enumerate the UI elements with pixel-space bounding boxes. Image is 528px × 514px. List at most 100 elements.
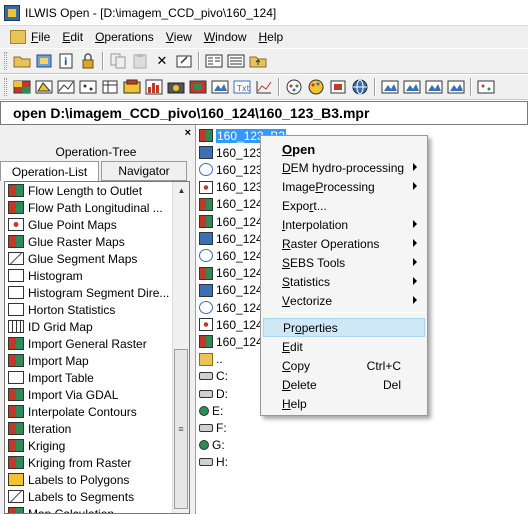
catalog-item[interactable]: 160_123	[199, 144, 263, 161]
catalog-item[interactable]: 160_124	[199, 247, 263, 264]
toolbar-grip[interactable]	[4, 78, 7, 96]
catalog-item[interactable]: G:	[199, 437, 225, 454]
catalog-item[interactable]: 160_124	[199, 230, 263, 247]
operation-list-item[interactable]: Import Table	[5, 369, 189, 386]
menu-file[interactable]: File	[4, 27, 56, 47]
view-details-icon[interactable]	[226, 51, 246, 71]
globe-icon[interactable]	[350, 77, 370, 97]
context-menu-item-interpolation[interactable]: Interpolation	[263, 215, 425, 234]
operation-list-item[interactable]: Flow Path Longitudinal ...	[5, 199, 189, 216]
up-folder-icon[interactable]	[248, 51, 268, 71]
command-line[interactable]	[0, 101, 528, 125]
catalog-item[interactable]: 160_123	[199, 161, 263, 178]
context-menu-item-copy[interactable]: Copy Ctrl+C	[263, 356, 425, 375]
operation-list-item[interactable]: Labels to Polygons	[5, 471, 189, 488]
context-menu-item-delete[interactable]: Delete Del	[263, 375, 425, 394]
coordinate-system-icon[interactable]	[328, 77, 348, 97]
operation-list-item[interactable]: Glue Segment Maps	[5, 250, 189, 267]
raster-map-icon[interactable]	[12, 77, 32, 97]
tab-navigator[interactable]: Navigator	[101, 161, 187, 181]
representation-icon[interactable]	[306, 77, 326, 97]
map-list-icon[interactable]	[210, 77, 230, 97]
georef-icon[interactable]	[188, 77, 208, 97]
copy-icon[interactable]	[108, 51, 128, 71]
info-icon[interactable]: i	[56, 51, 76, 71]
point-map-icon[interactable]	[78, 77, 98, 97]
table-icon[interactable]	[100, 77, 120, 97]
operation-list-item[interactable]: Glue Point Maps	[5, 216, 189, 233]
toolbar-grip[interactable]	[4, 52, 7, 70]
context-menu-item-properties[interactable]: Pr o perties	[263, 318, 425, 337]
catalog-item[interactable]: 160_124	[199, 196, 263, 213]
operation-list-item[interactable]: Kriging from Raster	[5, 454, 189, 471]
scroll-up-arrow-icon[interactable]: ▲	[173, 182, 189, 199]
view-list-icon[interactable]	[204, 51, 224, 71]
catalog-item[interactable]: 160_124	[199, 265, 263, 282]
context-menu-item-vectorize[interactable]: Vectorize	[263, 291, 425, 310]
paste-icon[interactable]	[130, 51, 150, 71]
menu-operations[interactable]: Operations	[89, 27, 160, 47]
operation-list-item[interactable]: Kriging	[5, 437, 189, 454]
operation-list-item[interactable]: Import General Raster	[5, 335, 189, 352]
operation-list-item[interactable]: Labels to Segments	[5, 488, 189, 505]
operation-list-item[interactable]: Horton Statistics	[5, 301, 189, 318]
lock-icon[interactable]	[78, 51, 98, 71]
catalog-item[interactable]: C:	[199, 368, 228, 385]
catalog-item[interactable]: H:	[199, 454, 228, 471]
scroll-thumb[interactable]: ≡	[174, 349, 188, 509]
polygon-map-icon[interactable]	[34, 77, 54, 97]
operation-list-scrollbar[interactable]: ▲ ≡	[172, 182, 189, 513]
context-menu-item-dem-hydro-processing[interactable]: D EM hydro-processing	[263, 158, 425, 177]
delete-icon[interactable]: ✕	[152, 51, 172, 71]
context-menu-item-raster-operations[interactable]: Raster Operations	[263, 234, 425, 253]
map-list-icon[interactable]	[402, 77, 422, 97]
operation-list-item[interactable]: Interpolate Contours	[5, 403, 189, 420]
command-line-input[interactable]	[13, 105, 527, 121]
context-menu-item-help[interactable]: Help	[263, 394, 425, 413]
context-menu-item-open[interactable]: Open	[263, 140, 425, 159]
context-menu-item-image-processing[interactable]: Image Processing	[263, 177, 425, 196]
context-menu-item-edit[interactable]: Edit	[263, 337, 425, 356]
open-folder-icon[interactable]	[12, 51, 32, 71]
properties-icon[interactable]	[174, 51, 194, 71]
close-icon[interactable]: ×	[185, 127, 191, 139]
domain-icon[interactable]	[284, 77, 304, 97]
operation-list-item[interactable]: Map Calculation	[5, 505, 189, 513]
catalog-item[interactable]: 160_124	[199, 299, 263, 316]
catalog-item[interactable]: D:	[199, 385, 228, 402]
map-list-icon[interactable]	[424, 77, 444, 97]
operation-list-item[interactable]: Iteration	[5, 420, 189, 437]
menu-edit[interactable]: Edit	[56, 27, 89, 47]
annotation-icon[interactable]: Txt	[232, 77, 252, 97]
camera-icon[interactable]	[166, 77, 186, 97]
catalog-item[interactable]: 160_124	[199, 282, 263, 299]
map-view-icon[interactable]	[122, 77, 142, 97]
context-menu-item-sebs-tools[interactable]: S EBS Tools	[263, 253, 425, 272]
pyramid-icon[interactable]	[34, 51, 54, 71]
catalog-item[interactable]: 160_124	[199, 316, 263, 333]
context-menu-item-export[interactable]: Expo r t...	[263, 196, 425, 215]
segment-map-icon[interactable]	[56, 77, 76, 97]
catalog-item[interactable]: 160_124	[199, 333, 263, 350]
catalog-item[interactable]: ..	[199, 351, 223, 368]
catalog-item[interactable]: E:	[199, 402, 223, 419]
catalog-item[interactable]: 160_123	[199, 179, 263, 196]
chart-icon[interactable]	[254, 77, 274, 97]
menu-window[interactable]: Window	[198, 27, 253, 47]
context-menu-item-statistics[interactable]: Statistics	[263, 272, 425, 291]
operation-list-item[interactable]: Import Map	[5, 352, 189, 369]
catalog-item[interactable]: 160_124	[199, 213, 263, 230]
histogram-icon[interactable]	[144, 77, 164, 97]
operation-list-item[interactable]: Import Via GDAL	[5, 386, 189, 403]
operation-list-item[interactable]: Flow Length to Outlet	[5, 182, 189, 199]
point-map-icon[interactable]	[476, 77, 496, 97]
menu-help[interactable]: Help	[253, 27, 290, 47]
map-list-icon[interactable]	[446, 77, 466, 97]
map-list-icon[interactable]	[380, 77, 400, 97]
catalog-item[interactable]: F:	[199, 419, 227, 436]
operation-list-item[interactable]: Glue Raster Maps	[5, 233, 189, 250]
menu-view[interactable]: View	[160, 27, 198, 47]
operation-list-item[interactable]: Histogram Segment Dire...	[5, 284, 189, 301]
operation-list-item[interactable]: ID Grid Map	[5, 318, 189, 335]
operation-list-item[interactable]: Histogram	[5, 267, 189, 284]
